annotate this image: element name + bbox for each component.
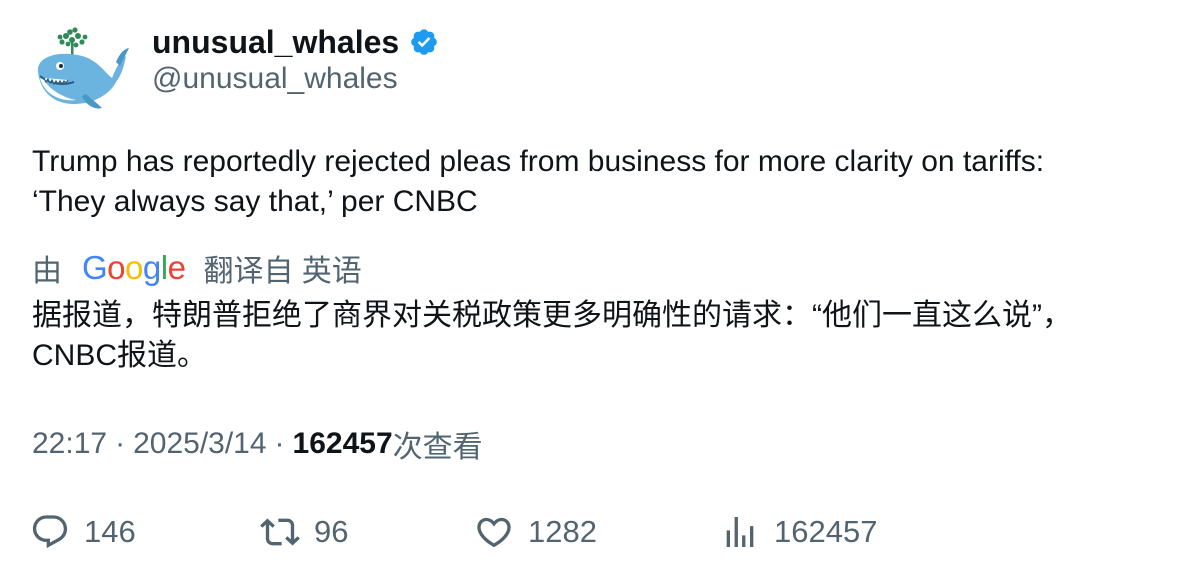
reply-count: 146 [84,514,136,549]
like-button[interactable]: 1282 [474,508,597,556]
avatar[interactable] [30,22,130,114]
author-name-row: unusual_whales [152,22,439,62]
tweet-date[interactable]: 2025/3/14 [133,427,266,461]
action-bar: 146 96 1282 162457 [30,508,1170,556]
views-action-count: 162457 [774,514,878,549]
translation-suffix[interactable]: 翻译自 英语 [203,246,361,290]
translated-text-line: CNBC报道。 [32,339,208,372]
tweet-meta: 22:17 · 2025/3/14 · 162457 次查看 [32,424,483,464]
views-count: 162457 [292,427,393,460]
views-button[interactable]: 162457 [720,508,877,556]
retweet-button[interactable]: 96 [260,508,348,556]
tweet-text: Trump has reportedly rejected pleas from… [32,142,1162,222]
tweet-text-line: ‘They always say that,’ per CNBC [32,185,478,218]
translated-text: 据报道，特朗普拒绝了商界对关税政策更多明确性的请求：“他们一直这么说”， CNB… [32,296,1172,376]
reply-button[interactable]: 146 [30,508,136,556]
whale-avatar-icon [37,27,129,109]
views-label: 次查看 [392,431,483,464]
retweet-icon [260,518,300,546]
translated-text-line: 据报道，特朗普拒绝了商界对关税政策更多明确性的请求：“他们一直这么说”， [32,299,1072,332]
tweet-text-line: Trump has reportedly rejected pleas from… [32,145,1045,178]
google-logo-icon: Google [82,249,186,286]
meta-separator: · [274,427,285,460]
translation-attribution: 由 Google 翻译自 英语 [32,246,362,290]
heart-icon [477,517,511,548]
retweet-count: 96 [314,514,349,549]
meta-separator: · [115,427,126,460]
author-handle[interactable]: @unusual_whales [152,62,398,96]
reply-icon [32,515,68,549]
verified-badge-icon [411,29,437,55]
translation-prefix: 由 [32,255,62,288]
display-name[interactable]: unusual_whales [152,24,399,61]
analytics-icon [726,517,754,547]
like-count: 1282 [528,514,597,549]
tweet-time[interactable]: 22:17 [32,427,107,461]
